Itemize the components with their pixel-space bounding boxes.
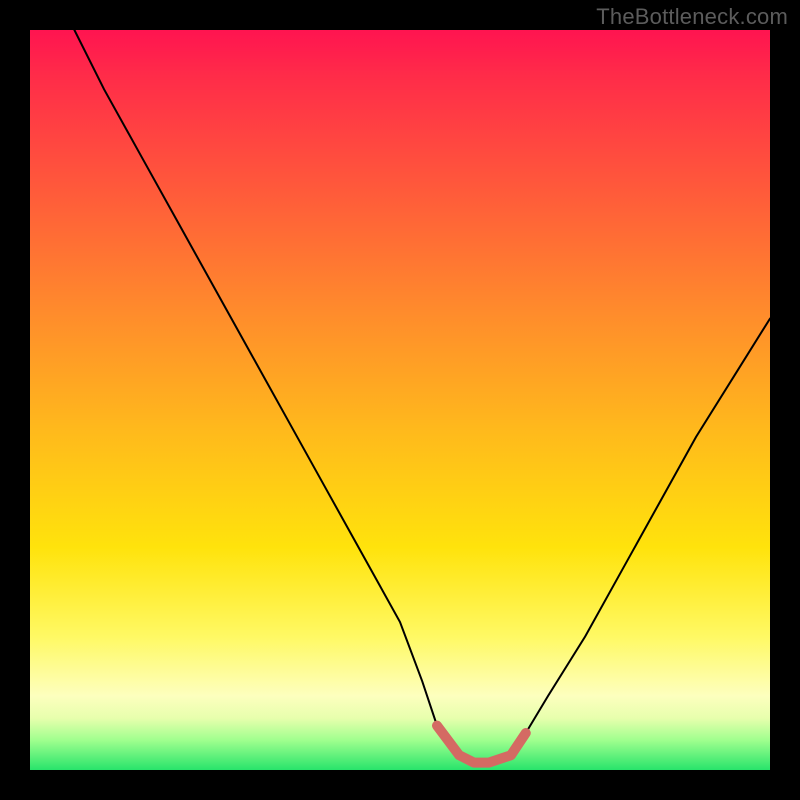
chart-svg (30, 30, 770, 770)
trough-marker (437, 726, 526, 763)
watermark-text: TheBottleneck.com (596, 4, 788, 30)
chart-frame: TheBottleneck.com (0, 0, 800, 800)
bottleneck-curve (74, 30, 770, 763)
plot-area (30, 30, 770, 770)
